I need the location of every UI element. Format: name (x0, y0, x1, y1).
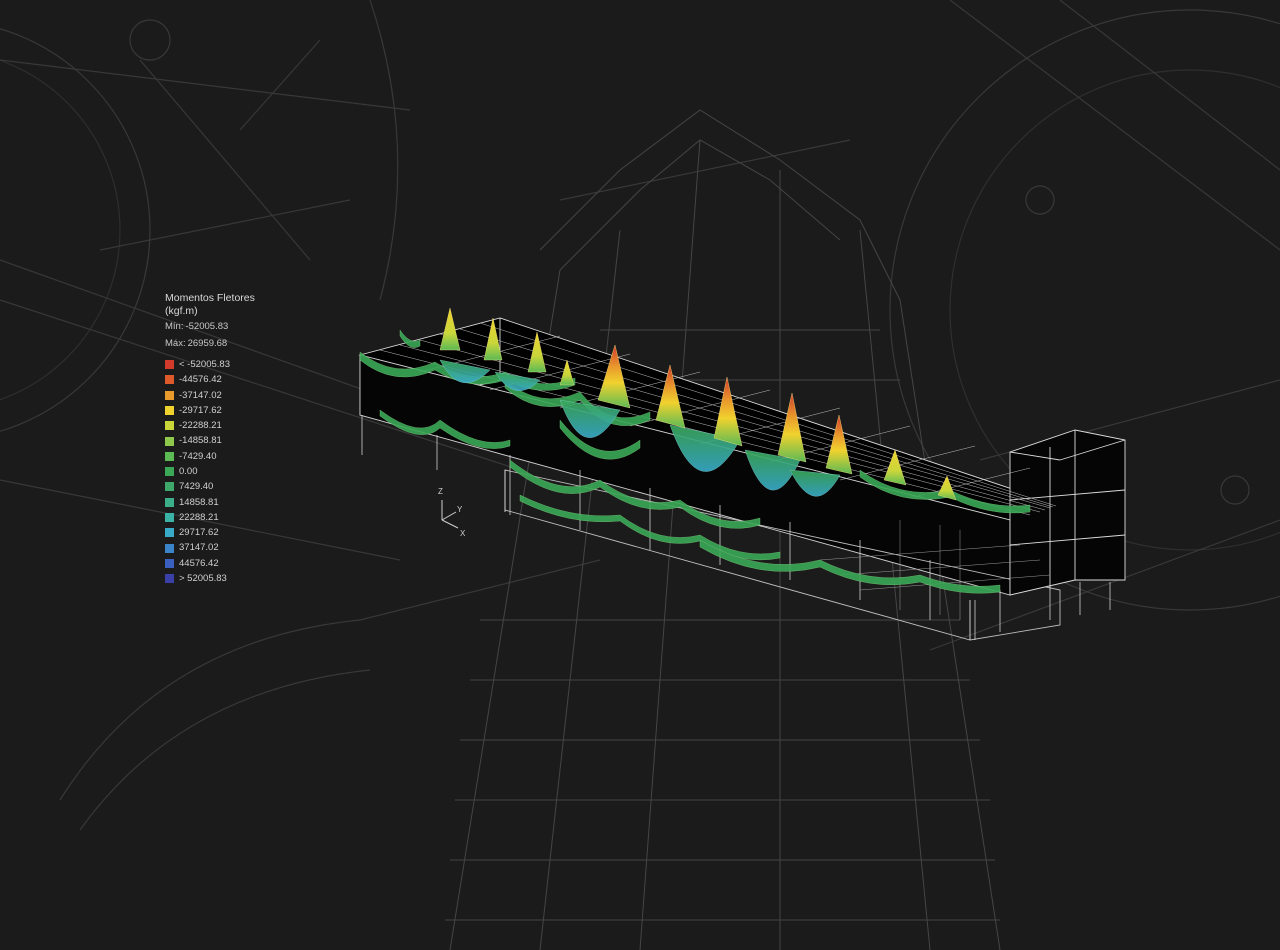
legend-item-label: 0.00 (179, 466, 198, 477)
legend-swatch (165, 436, 174, 446)
legend-max-value: 26959.68 (187, 337, 228, 349)
legend-swatch (165, 497, 174, 507)
legend-swatch (165, 360, 174, 370)
legend-swatch (165, 574, 174, 584)
legend-item-label: 44576.42 (179, 557, 219, 569)
legend-swatch (165, 390, 174, 400)
axis-z-label: Z (438, 487, 443, 496)
legend-item-label: < -52005.83 (179, 358, 230, 370)
legend-item-label: -22288.21 (179, 420, 222, 432)
legend-item-label: -7429.40 (179, 450, 217, 462)
legend-item: -22288.21 (165, 418, 305, 433)
legend-title: Momentos Fletores (165, 292, 255, 304)
legend-max: Máx: 26959.68 (165, 338, 305, 349)
legend-min-label: Mín: (165, 321, 184, 333)
legend-swatch (165, 558, 174, 568)
legend-item: 22288.21 (165, 510, 305, 525)
legend-item: 29717.62 (165, 525, 305, 540)
legend-item: 44576.42 (165, 556, 305, 571)
legend-item: -44576.42 (165, 372, 305, 387)
axis-x-label: X (460, 529, 466, 538)
legend-swatch (165, 513, 174, 523)
legend-item-label: > 52005.83 (179, 573, 227, 585)
legend-item-label: -44576.42 (179, 374, 222, 386)
legend-swatch (165, 451, 174, 461)
legend-max-label: Máx: (165, 337, 186, 349)
legend-swatch (165, 467, 174, 477)
legend-item-label: -29717.62 (179, 404, 222, 416)
legend-item-label: 14858.81 (179, 496, 219, 508)
legend-item-label: 29717.62 (179, 527, 219, 539)
legend-item-label: 7429.40 (179, 481, 214, 493)
legend-item-label: -37147.02 (179, 389, 222, 401)
legend-item: -29717.62 (165, 403, 305, 418)
legend-scale: < -52005.83 -44576.42 -37147.02 -29717.62 -2… (165, 357, 305, 586)
legend-item: 37147.02 (165, 541, 305, 556)
legend-swatch (165, 421, 174, 431)
legend-item-label: 37147.02 (179, 542, 219, 554)
legend-item: < -52005.83 (165, 357, 305, 372)
legend-swatch (165, 482, 174, 492)
legend-swatch (165, 406, 174, 415)
legend-item-label: 22288.21 (179, 511, 219, 523)
legend-swatch (165, 543, 174, 553)
legend-item-label: -14858.81 (179, 435, 222, 447)
legend-min-value: -52005.83 (185, 321, 229, 333)
legend-item: -14858.81 (165, 433, 305, 448)
axis-y-label: Y (457, 505, 463, 514)
legend-item: > 52005.83 (165, 571, 305, 586)
legend-unit: (kgf.m) (165, 304, 198, 317)
color-legend: Momentos Fletores (kgf.m) Mín: -52005.83 … (165, 292, 305, 586)
legend-swatch (165, 375, 174, 385)
legend-min: Mín: -52005.83 (165, 321, 305, 332)
legend-item: -7429.40 (165, 449, 305, 464)
legend-item: -37147.02 (165, 388, 305, 403)
legend-item: 14858.81 (165, 495, 305, 510)
axis-triad (441, 500, 459, 529)
legend-item: 7429.40 (165, 479, 305, 494)
legend-item: 0.00 (165, 464, 305, 479)
legend-swatch (165, 528, 174, 538)
